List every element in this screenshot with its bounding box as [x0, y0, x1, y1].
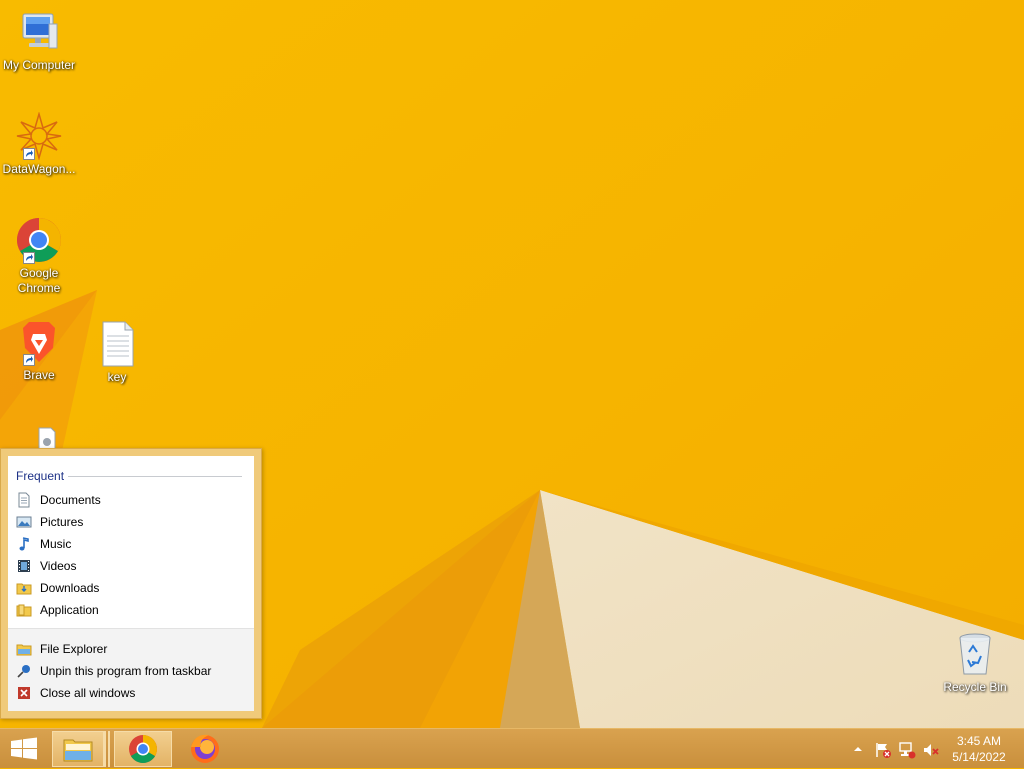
desktop-icon-recycle-bin[interactable]: Recycle Bin — [935, 630, 1015, 695]
action-center-tray-icon[interactable] — [874, 741, 892, 759]
volume-muted-icon — [924, 744, 939, 756]
chrome-icon — [129, 735, 157, 763]
desktop-icon-label: Google Chrome — [17, 266, 61, 295]
datawagon-app-icon — [15, 111, 63, 161]
volume-tray-icon[interactable] — [922, 741, 940, 759]
jump-list-item-label: File Explorer — [40, 642, 108, 656]
jump-list-item-application[interactable]: Application — [16, 600, 248, 620]
folder-icon — [16, 604, 32, 617]
clock-time: 3:45 AM — [956, 734, 1002, 748]
taskbar: 3:45 AM 5/14/2022 — [0, 728, 1024, 768]
recycle-bin-icon — [951, 630, 999, 678]
network-icon — [899, 742, 916, 759]
pictures-icon — [16, 516, 32, 528]
windows-logo-icon — [11, 737, 37, 760]
header-divider — [68, 476, 242, 477]
jump-list-item-documents[interactable]: Documents — [16, 490, 248, 510]
chrome-icon — [15, 216, 63, 264]
jump-list-frequent-header: Frequent — [16, 469, 246, 483]
close-windows-icon — [18, 687, 30, 699]
downloads-folder-icon — [16, 583, 32, 595]
videos-icon — [18, 560, 30, 572]
desktop-icon-label: Recycle Bin — [943, 680, 1007, 694]
jump-list-item-pictures[interactable]: Pictures — [16, 512, 248, 532]
shortcut-arrow-icon — [23, 252, 35, 264]
file-explorer-jump-list: Frequent Documents Pictures Music Videos… — [0, 448, 262, 719]
jump-list-task-close-all[interactable]: Close all windows — [16, 683, 248, 703]
desktop-icon-label: Brave — [23, 368, 55, 382]
jump-list-item-downloads[interactable]: Downloads — [16, 578, 248, 598]
desktop-icon-label: key — [107, 370, 127, 384]
firefox-icon — [191, 734, 219, 763]
jump-list-task-unpin[interactable]: Unpin this program from taskbar — [16, 661, 248, 681]
text-file-icon — [93, 320, 141, 368]
unpin-icon — [17, 665, 30, 678]
file-explorer-icon — [63, 739, 93, 762]
file-explorer-icon — [16, 644, 32, 656]
flag-warning-icon — [876, 743, 891, 758]
jump-list-item-label: Downloads — [40, 581, 100, 595]
chevron-up-icon — [854, 747, 862, 751]
shortcut-arrow-icon — [23, 354, 35, 366]
taskbar-chrome-button[interactable] — [114, 731, 172, 767]
show-hidden-icons-button[interactable] — [850, 741, 866, 757]
start-button[interactable] — [6, 735, 42, 763]
network-tray-icon[interactable] — [898, 741, 916, 759]
computer-icon — [15, 8, 63, 56]
desktop-icon-label: My Computer — [2, 58, 76, 72]
taskbar-file-explorer-button[interactable] — [52, 731, 104, 767]
desktop-icon-label: DataWagon... — [2, 162, 76, 176]
jump-list-item-label: Documents — [40, 493, 101, 507]
clock-date: 5/14/2022 — [952, 750, 1006, 764]
shortcut-arrow-icon — [23, 148, 35, 160]
jump-list-tasks: File Explorer Unpin this program from ta… — [8, 628, 254, 711]
jump-list-item-videos[interactable]: Videos — [16, 556, 248, 576]
desktop-icon-my-computer[interactable]: My Computer — [0, 8, 79, 73]
desktop-icon-datawagon[interactable]: DataWagon... — [0, 111, 79, 177]
desktop-icon-key-file[interactable]: key — [77, 320, 157, 385]
jump-list-task-file-explorer[interactable]: File Explorer — [16, 639, 248, 659]
desktop-icon-brave[interactable]: Brave — [0, 318, 79, 383]
taskbar-group-separator — [104, 731, 110, 767]
jump-list-item-label: Close all windows — [40, 686, 136, 700]
taskbar-firefox-button[interactable] — [178, 731, 232, 767]
jump-list-item-label: Music — [40, 537, 72, 551]
documents-icon — [18, 492, 30, 508]
music-icon — [19, 537, 29, 551]
frequent-title: Frequent — [16, 469, 65, 483]
jump-list-item-label: Unpin this program from taskbar — [40, 664, 212, 678]
taskbar-clock[interactable]: 3:45 AM 5/14/2022 — [948, 733, 1010, 765]
jump-list-panel: Frequent Documents Pictures Music Videos… — [8, 456, 254, 711]
jump-list-item-label: Videos — [40, 559, 77, 573]
jump-list-item-label: Pictures — [40, 515, 84, 529]
brave-lion-icon — [15, 318, 63, 366]
jump-list-item-label: Application — [40, 603, 99, 617]
desktop-icon-google-chrome[interactable]: Google Chrome — [0, 216, 79, 296]
jump-list-item-music[interactable]: Music — [16, 534, 248, 554]
